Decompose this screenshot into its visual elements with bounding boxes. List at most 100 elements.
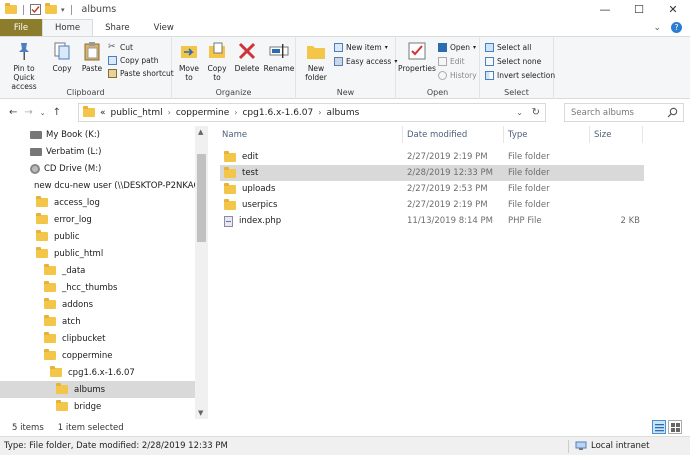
toolbar-divider (70, 4, 72, 15)
scroll-up-arrow-icon[interactable]: ▲ (198, 128, 203, 136)
column-header-size[interactable]: Size (594, 126, 611, 143)
scroll-down-arrow-icon[interactable]: ▼ (198, 409, 203, 417)
history-icon (438, 70, 447, 80)
open-button[interactable]: Open ▾ (438, 41, 476, 53)
copy-to-button[interactable]: Copy to (204, 40, 230, 82)
column-header-date[interactable]: Date modified (407, 126, 467, 143)
paste-shortcut-button[interactable]: Paste shortcut (108, 67, 174, 79)
delete-button[interactable]: Delete (234, 40, 260, 73)
new-folder-button[interactable]: New folder (302, 40, 330, 82)
tab-file[interactable]: File (0, 19, 42, 36)
file-row-userpics[interactable]: userpics 2/27/2019 2:19 PM File folder (220, 197, 644, 213)
organize-group: Move to Copy to Delete Rename Organize (172, 37, 296, 99)
select-none-button[interactable]: Select none (485, 55, 541, 67)
nav-item-coppermine[interactable]: coppermine (0, 347, 195, 364)
file-row-edit[interactable]: edit 2/27/2019 2:19 PM File folder (220, 149, 644, 165)
folder-icon (56, 383, 68, 394)
navigation-pane: My Book (K:) Verbatim (L:) CD Drive (M:)… (0, 126, 208, 419)
up-arrow-icon[interactable]: ↑ (53, 107, 61, 118)
new-folder-quick-icon[interactable] (45, 3, 57, 14)
nav-item-cd-drive[interactable]: CD Drive (M:) (0, 160, 195, 177)
breadcrumb-albums[interactable]: albums (326, 108, 359, 118)
properties-check-icon[interactable] (30, 4, 41, 15)
nav-item-addons[interactable]: addons (0, 296, 195, 313)
search-input[interactable]: Search albums (564, 103, 684, 122)
new-item-button[interactable]: New item ▾ (334, 41, 388, 53)
column-header-name[interactable]: Name (222, 126, 247, 143)
back-arrow-icon[interactable]: ← (9, 107, 17, 118)
column-divider[interactable] (503, 126, 504, 143)
file-name: test (242, 168, 259, 178)
nav-item-public-html[interactable]: public_html (0, 245, 195, 262)
address-field[interactable]: « public_html › coppermine › cpg1.6.x-1.… (78, 103, 546, 122)
toolbar-divider (23, 4, 24, 15)
history-button[interactable]: History (438, 69, 477, 81)
properties-button[interactable]: Properties (398, 40, 436, 73)
tab-view[interactable]: View (142, 19, 186, 36)
nav-item-bridge[interactable]: bridge (0, 398, 195, 415)
edit-button[interactable]: Edit (438, 55, 465, 67)
breadcrumb-public-html[interactable]: public_html (111, 108, 163, 118)
recent-locations-chevron-icon[interactable]: ⌄ (40, 109, 46, 117)
tab-share[interactable]: Share (93, 19, 142, 36)
nav-item-network-share[interactable]: new dcu-new user (\\DESKTOP-P2NKAO (0, 177, 200, 194)
tab-home[interactable]: Home (42, 19, 94, 36)
breadcrumb-chevron-icon[interactable]: › (234, 108, 237, 117)
address-dropdown-icon[interactable]: ⌄ (516, 108, 523, 117)
nav-pane-scrollbar[interactable]: ▲ ▼ (195, 126, 208, 419)
copy-button[interactable]: Copy (48, 40, 76, 73)
new-folder-label: New folder (305, 64, 327, 82)
column-divider[interactable] (589, 126, 590, 143)
pin-label: Pin to Quick access (11, 64, 37, 91)
column-divider[interactable] (402, 126, 403, 143)
nav-item-data[interactable]: _data (0, 262, 195, 279)
maximize-button[interactable]: ☐ (622, 0, 656, 19)
minimize-button[interactable]: — (588, 0, 622, 19)
pin-quick-access-button[interactable]: Pin to Quick access (4, 40, 44, 91)
breadcrumb-chevron-icon[interactable]: › (318, 108, 321, 117)
customize-qat-chevron-icon[interactable]: ▾ (61, 6, 65, 14)
close-button[interactable]: ✕ (656, 0, 690, 19)
select-all-button[interactable]: Select all (485, 41, 531, 53)
file-row-index-php[interactable]: index.php 11/13/2019 8:14 PM PHP File 2 … (220, 213, 644, 229)
window-title: albums (81, 4, 117, 15)
nav-item-albums[interactable]: albums (0, 381, 195, 398)
details-view-button[interactable] (652, 420, 666, 434)
scrollbar-thumb[interactable] (197, 154, 206, 242)
large-icons-view-button[interactable] (668, 420, 682, 434)
nav-item-label: addons (62, 299, 94, 310)
column-divider[interactable] (642, 126, 643, 143)
nav-item-error-log[interactable]: error_log (0, 211, 195, 228)
nav-item-my-book[interactable]: My Book (K:) (0, 126, 195, 143)
file-row-uploads[interactable]: uploads 2/27/2019 2:53 PM File folder (220, 181, 644, 197)
collapse-ribbon-icon[interactable]: ⌄ (653, 23, 661, 33)
column-header-type[interactable]: Type (508, 126, 528, 143)
rename-button[interactable]: Rename (264, 40, 294, 73)
file-type: PHP File (508, 216, 542, 226)
forward-arrow-icon[interactable]: → (24, 107, 32, 118)
easy-access-button[interactable]: Easy access ▾ (334, 55, 397, 67)
nav-item-public[interactable]: public (0, 228, 195, 245)
refresh-icon[interactable]: ↻ (532, 107, 540, 118)
paste-button[interactable]: Paste (78, 40, 106, 73)
nav-item-access-log[interactable]: access_log (0, 194, 195, 211)
file-name-cell: uploads (224, 181, 275, 197)
cut-button[interactable]: ✂ Cut (108, 41, 133, 53)
nav-item-cpg[interactable]: cpg1.6.x-1.6.07 (0, 364, 195, 381)
copy-path-button[interactable]: Copy path (108, 54, 158, 66)
large-icons-view-icon (670, 422, 680, 432)
nav-item-hcc-thumbs[interactable]: _hcc_thumbs (0, 279, 195, 296)
nav-item-clipbucket[interactable]: clipbucket (0, 330, 195, 347)
nav-item-atch[interactable]: atch (0, 313, 195, 330)
breadcrumb-coppermine[interactable]: coppermine (176, 108, 229, 118)
move-to-label: Move to (178, 64, 200, 82)
new-group: New folder New item ▾ Easy access ▾ New (296, 37, 397, 99)
file-row-test[interactable]: test 2/28/2019 12:33 PM File folder (220, 165, 644, 181)
nav-item-label: _hcc_thumbs (62, 282, 118, 293)
breadcrumb-chevron-icon[interactable]: › (168, 108, 171, 117)
invert-selection-button[interactable]: Invert selection (485, 69, 555, 81)
breadcrumb-cpg[interactable]: cpg1.6.x-1.6.07 (242, 108, 313, 118)
help-icon[interactable]: ? (671, 22, 682, 33)
move-to-button[interactable]: Move to (176, 40, 202, 82)
nav-item-verbatim[interactable]: Verbatim (L:) (0, 143, 195, 160)
